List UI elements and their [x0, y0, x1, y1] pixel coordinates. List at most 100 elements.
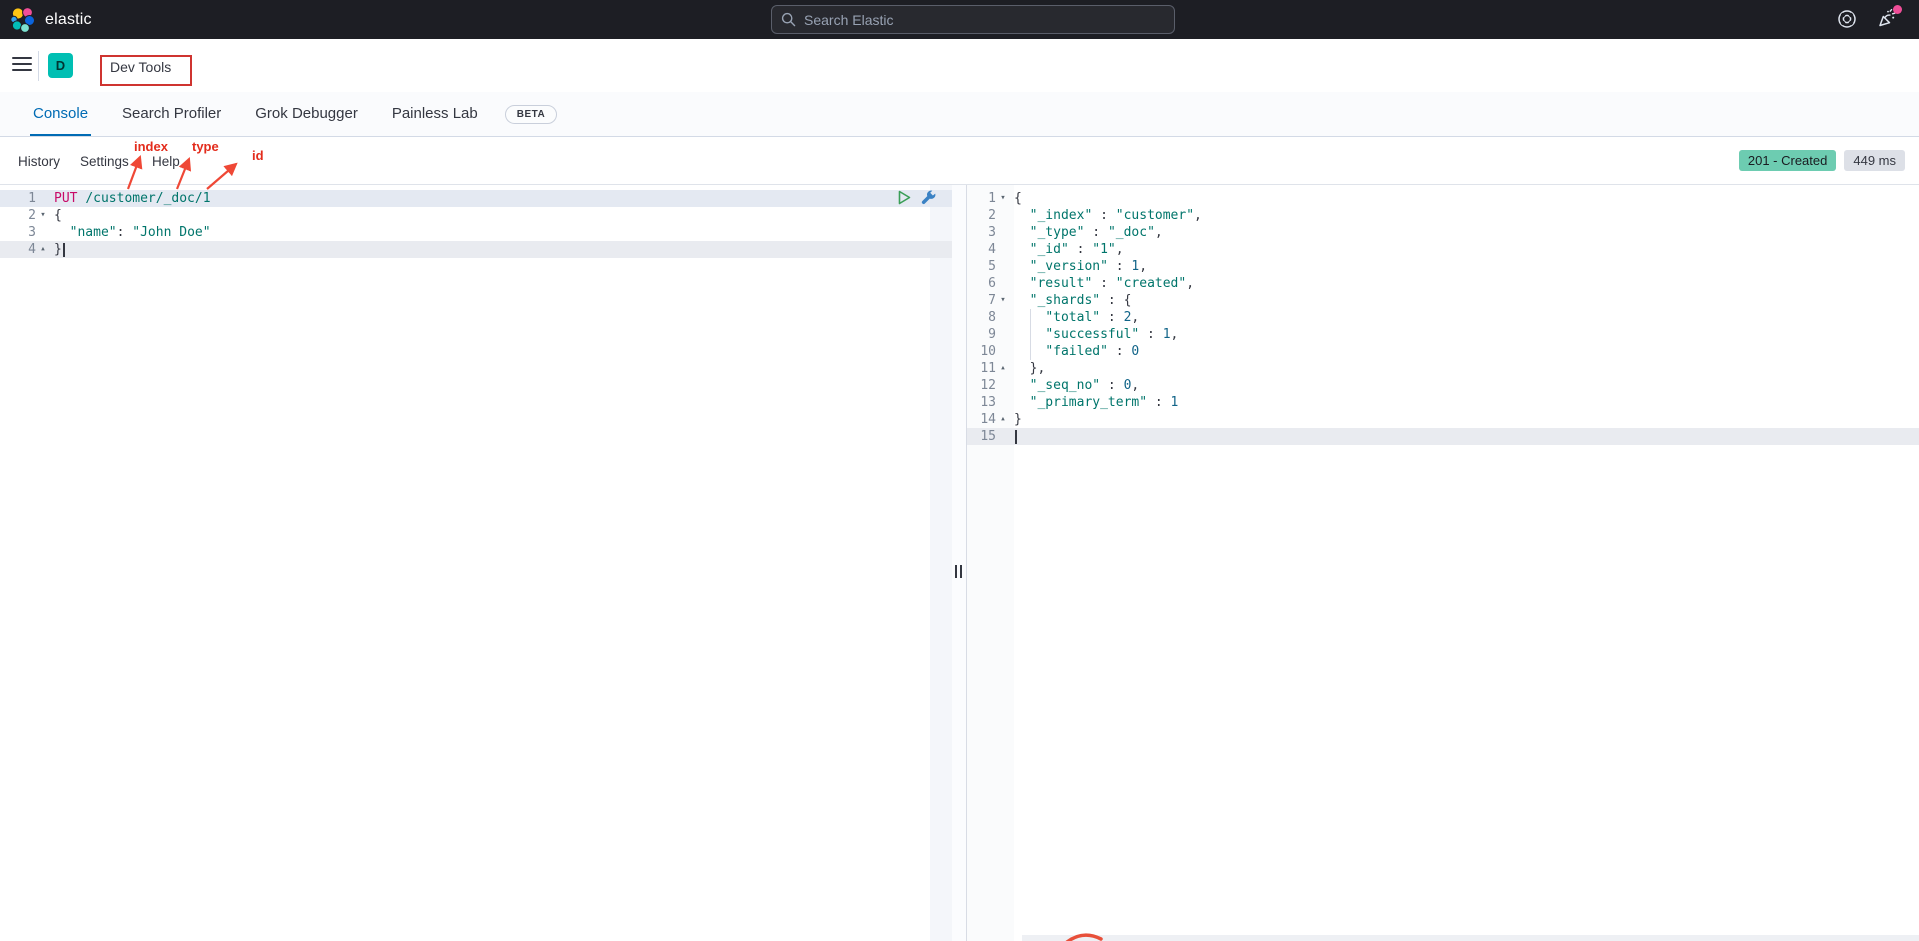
line-number: 11 [967, 360, 996, 377]
tab-search-profiler[interactable]: Search Profiler [119, 92, 224, 136]
search-input[interactable] [804, 12, 1165, 28]
code-text: "_shards" : { [1010, 292, 1131, 309]
code-line-7[interactable]: 7▾ "_shards" : { [967, 292, 1919, 309]
annotation-box-dev-tools [100, 55, 192, 86]
divider [38, 51, 39, 81]
code-text: PUT /customer/_doc/1 [50, 190, 211, 207]
notification-dot [1893, 5, 1902, 14]
line-number: 12 [967, 377, 996, 394]
code-text: "total" : 2, [1010, 309, 1139, 326]
gutter: 2▾ [0, 207, 50, 224]
code-line-1[interactable]: 1▾{ [967, 190, 1919, 207]
line-number: 13 [967, 394, 996, 411]
gutter: 14▴ [967, 411, 1010, 428]
dev-tools-tabs: Console Search Profiler Grok Debugger Pa… [0, 92, 1919, 137]
help-button[interactable] [1834, 8, 1860, 32]
newsfeed-button[interactable] [1874, 8, 1900, 32]
code-line-13[interactable]: 13 "_primary_term" : 1 [967, 394, 1919, 411]
code-text [1010, 428, 1017, 445]
code-text: "_type" : "_doc", [1010, 224, 1163, 241]
gutter: 4 [967, 241, 1010, 258]
code-line-3[interactable]: 3 "_type" : "_doc", [967, 224, 1919, 241]
code-text: { [50, 207, 62, 224]
response-status: 201 - Created 449 ms [1739, 150, 1905, 171]
settings-menu[interactable]: Settings [80, 154, 129, 169]
space-avatar[interactable]: D [48, 53, 73, 78]
line-number: 2 [0, 207, 36, 224]
line-number: 1 [967, 190, 996, 207]
code-line-3[interactable]: 3 "name": "John Doe" [0, 224, 952, 241]
fold-toggle-icon[interactable]: ▾ [996, 292, 1010, 309]
fold-toggle-icon[interactable]: ▴ [996, 411, 1010, 428]
gutter: 8 [967, 309, 1010, 326]
fold-spacer [996, 394, 1010, 411]
code-line-5[interactable]: 5 "_version" : 1, [967, 258, 1919, 275]
code-line-8[interactable]: 8 "total" : 2, [967, 309, 1919, 326]
hamburger-icon [12, 57, 32, 59]
code-line-9[interactable]: 9 "successful" : 1, [967, 326, 1919, 343]
fold-toggle-icon[interactable]: ▴ [36, 241, 50, 258]
gutter: 13 [967, 394, 1010, 411]
gutter: 15 [967, 428, 1010, 445]
fold-spacer [996, 309, 1010, 326]
fold-spacer [36, 224, 50, 241]
code-line-14[interactable]: 14▴} [967, 411, 1919, 428]
code-line-2[interactable]: 2▾{ [0, 207, 952, 224]
run-request-button[interactable] [895, 189, 914, 208]
code-line-2[interactable]: 2 "_index" : "customer", [967, 207, 1919, 224]
code-text: "name": "John Doe" [50, 224, 211, 241]
code-line-1[interactable]: 1PUT /customer/_doc/1 [0, 190, 952, 207]
gutter: 2 [967, 207, 1010, 224]
code-line-6[interactable]: 6 "result" : "created", [967, 275, 1919, 292]
splitter-handle-icon [955, 565, 964, 578]
wrench-icon [920, 189, 937, 206]
gutter: 1▾ [967, 190, 1010, 207]
line-number: 7 [967, 292, 996, 309]
code-line-12[interactable]: 12 "_seq_no" : 0, [967, 377, 1919, 394]
fold-spacer [36, 190, 50, 207]
menu-toggle-button[interactable] [12, 56, 32, 72]
code-text: "_primary_term" : 1 [1010, 394, 1178, 411]
code-line-4[interactable]: 4▴} [0, 241, 952, 258]
code-line-10[interactable]: 10 "failed" : 0 [967, 343, 1919, 360]
gutter: 4▴ [0, 241, 50, 258]
code-text: "_index" : "customer", [1010, 207, 1202, 224]
line-number: 4 [0, 241, 36, 258]
fold-toggle-icon[interactable]: ▴ [996, 360, 1010, 377]
gutter: 11▴ [967, 360, 1010, 377]
indent-guide [1030, 309, 1031, 326]
gutter: 3 [0, 224, 50, 241]
code-line-15[interactable]: 15 [967, 428, 1919, 445]
indent-guide [1030, 343, 1031, 360]
breadcrumb-bar: D Dev Tools [0, 39, 1919, 92]
request-editor[interactable]: 1PUT /customer/_doc/12▾{3 "name": "John … [0, 185, 952, 941]
history-menu[interactable]: History [18, 154, 60, 169]
annotation-label-id: id [252, 148, 264, 163]
fold-toggle-icon[interactable]: ▾ [36, 207, 50, 224]
line-number: 10 [967, 343, 996, 360]
help-menu[interactable]: Help [152, 154, 180, 169]
vertical-scrollbar[interactable] [930, 185, 952, 941]
response-editor[interactable]: 1▾{2 "_index" : "customer",3 "_type" : "… [967, 185, 1919, 941]
gutter: 12 [967, 377, 1010, 394]
tab-painless-lab[interactable]: Painless Lab [389, 92, 481, 136]
code-text: "successful" : 1, [1010, 326, 1178, 343]
code-line-4[interactable]: 4 "_id" : "1", [967, 241, 1919, 258]
line-number: 14 [967, 411, 996, 428]
horizontal-scrollbar[interactable] [1022, 935, 1919, 941]
console-workspace: 1PUT /customer/_doc/12▾{3 "name": "John … [0, 185, 1919, 941]
fold-toggle-icon[interactable]: ▾ [996, 190, 1010, 207]
panel-splitter[interactable] [952, 185, 967, 941]
fold-spacer [996, 258, 1010, 275]
code-text: { [1010, 190, 1022, 207]
code-text: } [50, 241, 65, 258]
fold-spacer [996, 326, 1010, 343]
tab-console[interactable]: Console [30, 92, 91, 136]
request-options-button[interactable] [919, 189, 938, 208]
code-text: "result" : "created", [1010, 275, 1194, 292]
code-line-11[interactable]: 11▴ }, [967, 360, 1919, 377]
tab-grok-debugger[interactable]: Grok Debugger [252, 92, 361, 136]
line-number: 9 [967, 326, 996, 343]
request-actions [895, 189, 938, 208]
global-search [771, 5, 1175, 34]
